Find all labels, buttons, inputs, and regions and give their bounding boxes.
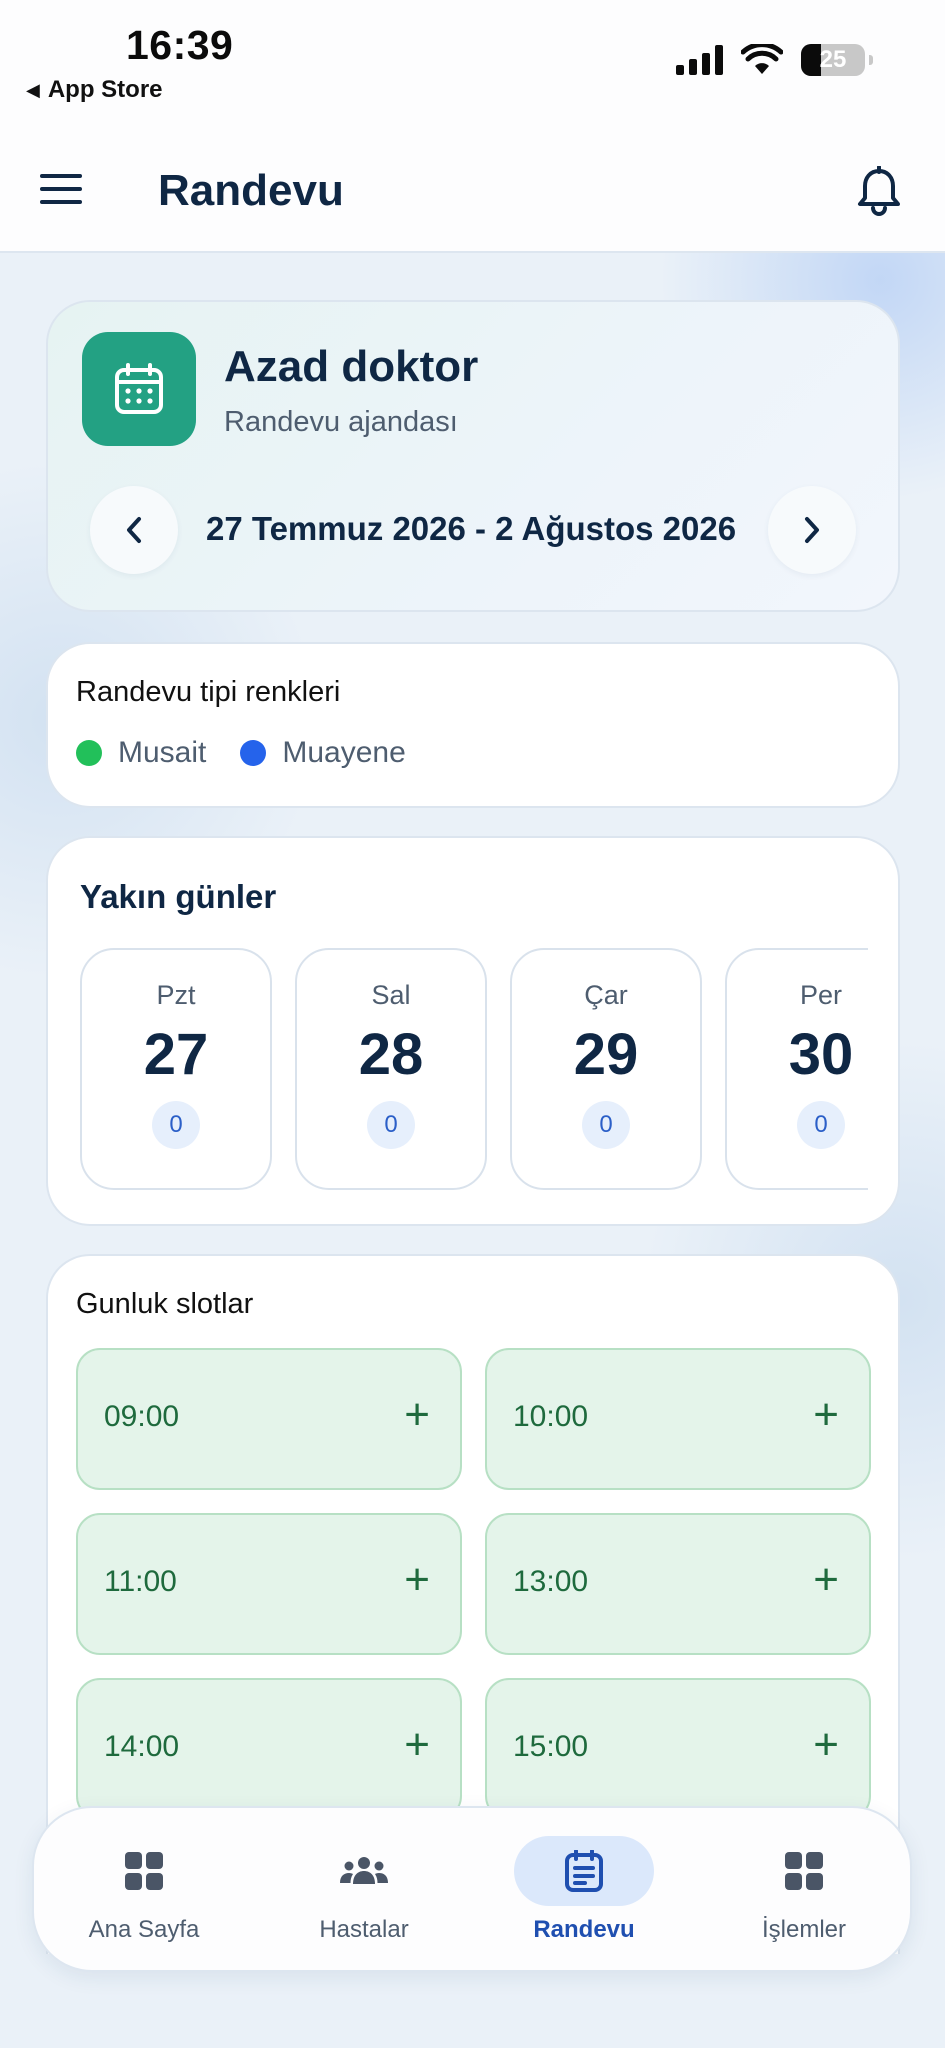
chevron-left-icon [127,517,141,543]
nav-label: Ana Sayfa [88,1916,200,1943]
doctor-agenda-card: Azad doktor Randevu ajandası 27 Temmuz 2… [46,300,900,612]
add-slot-icon[interactable]: + [404,1720,430,1770]
slot-time: 14:00 [104,1730,180,1763]
nav-label: İşlemler [761,1916,846,1943]
days-scroller[interactable]: Pzt 27 0 Sal 28 0 Çar 29 0 Per 30 0 [80,948,868,1194]
slot-time: 11:00 [104,1565,177,1598]
add-slot-icon[interactable]: + [813,1555,839,1605]
day-name: Sal [371,980,411,1010]
doctor-name: Azad doktor [224,342,479,391]
calendar-icon [115,363,163,414]
slot-time: 13:00 [513,1565,589,1598]
upcoming-days-card: Yakın günler Pzt 27 0 Sal 28 0 Çar 29 0 … [46,836,900,1226]
date-range-label: 27 Temmuz 2026 - 2 Ağustos 2026 [206,510,737,547]
add-slot-icon[interactable]: + [813,1390,839,1440]
legend-items: Musait Muayene [76,736,406,770]
day-card-sal[interactable]: Sal 28 0 [295,948,487,1190]
slot-1000[interactable]: 10:00 + [485,1348,871,1490]
slot-1400[interactable]: 14:00 + [76,1678,462,1820]
slot-1500[interactable]: 15:00 + [485,1678,871,1820]
day-name: Per [799,980,843,1010]
legend-title: Randevu tipi renkleri [76,676,341,708]
nav-item-randevu[interactable]: Randevu [474,1808,694,1974]
day-name: Çar [584,980,628,1010]
appointment-count-badge: 0 [582,1100,630,1149]
status-indicators: 25 [676,44,873,76]
calendar-icon [565,1850,603,1892]
legend-item-label: Musait [118,736,207,769]
appointment-count-badge: 0 [152,1100,200,1149]
grid-icon [785,1852,823,1890]
day-number: 29 [573,1022,639,1087]
slot-1300[interactable]: 13:00 + [485,1513,871,1655]
users-icon [340,1857,388,1884]
add-slot-icon[interactable]: + [813,1720,839,1770]
add-slot-icon[interactable]: + [404,1555,430,1605]
nav-label: Randevu [533,1916,635,1943]
previous-week-button[interactable] [90,486,178,574]
day-card-per[interactable]: Per 30 0 [725,948,868,1190]
wifi-icon [741,44,783,74]
slot-time: 09:00 [104,1400,180,1433]
legend-item-muayene: Muayene [240,736,406,770]
back-triangle-icon: ◀ [26,79,40,100]
day-card-pzt[interactable]: Pzt 27 0 [80,948,272,1190]
appointment-count-badge: 0 [797,1100,845,1149]
legend-color-dot [76,740,102,766]
daily-slots-title: Gunluk slotlar [76,1288,254,1320]
appointment-count-badge: 0 [367,1100,415,1149]
battery-level: 25 [819,46,847,73]
nav-label: Hastalar [319,1916,409,1943]
agenda-subtitle: Randevu ajandası [224,406,458,438]
upcoming-days-title: Yakın günler [80,878,277,915]
slot-time: 15:00 [513,1730,589,1763]
next-week-button[interactable] [768,486,856,574]
battery-icon: 25 [801,44,873,76]
legend-color-dot [240,740,267,766]
day-number: 27 [143,1022,209,1087]
nav-item-hastalar[interactable]: Hastalar [254,1808,474,1974]
chevron-right-icon [805,517,819,543]
add-slot-icon[interactable]: + [404,1390,430,1440]
grid-icon [125,1852,163,1890]
back-to-app-store[interactable]: ◀ App Store [26,76,163,104]
nav-item-islemler[interactable]: İşlemler [694,1808,914,1974]
slot-time: 10:00 [513,1400,589,1433]
bottom-navigation: Ana Sayfa Hastalar Randevu İşlemler [32,1806,912,1972]
page-title: Randevu [158,166,344,215]
day-number: 28 [358,1022,424,1087]
top-bar: 16:39 ◀ App Store 25 Randevu [0,0,945,253]
status-time: 16:39 [126,22,234,68]
appointment-type-legend: Randevu tipi renkleri Musait Muayene [46,642,900,808]
calendar-badge [82,332,196,446]
day-number: 30 [788,1022,854,1087]
cellular-signal-icon [676,45,723,75]
day-name: Pzt [156,980,196,1010]
hamburger-icon[interactable] [40,174,82,204]
back-label: App Store [47,76,163,103]
legend-item-musait: Musait [76,736,206,770]
slot-1100[interactable]: 11:00 + [76,1513,462,1655]
bell-icon[interactable] [856,166,902,216]
nav-item-ana-sayfa[interactable]: Ana Sayfa [34,1808,254,1974]
day-card-car[interactable]: Çar 29 0 [510,948,702,1190]
slot-0900[interactable]: 09:00 + [76,1348,462,1490]
legend-item-label: Muayene [282,736,406,769]
